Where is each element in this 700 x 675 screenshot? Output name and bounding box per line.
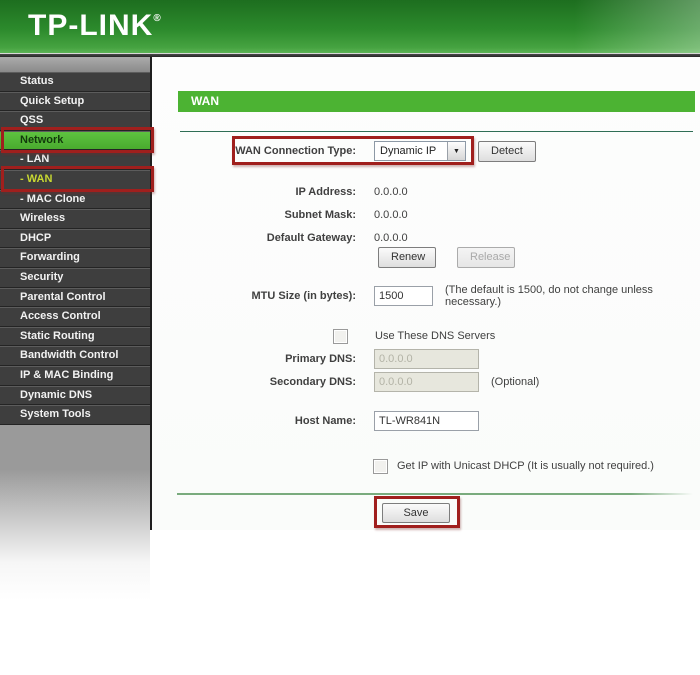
sidebar-item-qss[interactable]: QSS [0,111,150,131]
primary-dns-row: Primary DNS: [152,348,479,370]
logo-text: TP-LINK [28,9,154,42]
renew-release-row: Renew Release [152,246,515,268]
wan-connection-type-select[interactable]: Dynamic IP ▼ [374,141,466,161]
mtu-label: MTU Size (in bytes): [251,290,356,302]
wan-connection-type-row: WAN Connection Type: Dynamic IP ▼ Detect [152,140,536,162]
sidebar-menu: Status Quick Setup QSS Network - LAN - WAN - M… [0,72,150,425]
main-content: WAN WAN Connection Type: Dynamic IP ▼ De… [152,57,700,530]
sidebar-item-quick-setup[interactable]: Quick Setup [0,91,150,112]
sidebar-item-label: Static Routing [20,329,95,342]
wan-connection-type-label: WAN Connection Type: [235,145,356,157]
use-dns-checkbox[interactable] [333,328,348,344]
sidebar-item-label: System Tools [20,408,91,421]
sidebar-item-access-control[interactable]: Access Control [0,307,150,327]
sidebar-bottom-spacer [0,424,150,675]
sidebar-item-security[interactable]: Security [0,267,150,288]
sidebar-item-network[interactable]: Network [0,130,150,151]
chevron-down-icon[interactable]: ▼ [447,142,465,160]
sidebar-item-ip-mac-binding[interactable]: IP & MAC Binding [0,365,150,386]
unicast-dhcp-row: Get IP with Unicast DHCP (It is usually … [152,455,654,477]
registered-trademark: ® [153,13,161,24]
sidebar-item-label: Parental Control [20,290,106,303]
sidebar-item-label: Wireless [20,212,66,225]
host-name-row: Host Name: [152,410,479,432]
host-name-input[interactable] [374,411,479,431]
save-button[interactable]: Save [382,503,450,523]
use-dns-row: Use These DNS Servers [152,325,495,347]
sidebar-item-label: - LAN [20,153,50,166]
sidebar-item-dynamic-dns[interactable]: Dynamic DNS [0,385,150,406]
sidebar-item-label: IP & MAC Binding [20,368,114,381]
use-dns-label: Use These DNS Servers [375,330,496,342]
sidebar: Status Quick Setup QSS Network - LAN - WAN - M… [0,57,152,675]
default-gateway-label: Default Gateway: [266,232,356,244]
primary-dns-input [374,349,479,369]
primary-dns-label: Primary DNS: [285,353,356,365]
sidebar-item-label: Quick Setup [20,94,85,107]
sidebar-item-label: Dynamic DNS [20,388,93,401]
default-gateway-value: 0.0.0.0 [374,232,408,244]
mtu-input[interactable] [374,286,433,306]
sidebar-item-status[interactable]: Status [0,72,150,92]
sidebar-item-label: Status [20,75,54,87]
subnet-mask-row: Subnet Mask: 0.0.0.0 [152,204,408,226]
host-name-label: Host Name: [294,415,356,427]
page-title: WAN [178,91,695,112]
ip-address-value: 0.0.0.0 [374,186,408,198]
sidebar-item-label: Network [20,133,64,146]
renew-button[interactable]: Renew [378,246,436,268]
sidebar-item-label: QSS [20,114,44,127]
detect-button[interactable]: Detect [478,140,536,162]
sidebar-item-forwarding[interactable]: Forwarding [0,248,150,268]
content-divider-top [180,131,693,132]
sidebar-item-bandwidth-control[interactable]: Bandwidth Control [0,346,150,366]
unicast-dhcp-checkbox[interactable] [373,458,388,474]
ip-address-label: IP Address: [295,186,356,198]
sidebar-item-static-routing[interactable]: Static Routing [0,326,150,347]
sidebar-item-wan[interactable]: - WAN [0,169,150,190]
sidebar-item-label: Forwarding [20,251,80,264]
tplink-logo: TP-LINK® [28,9,161,43]
subnet-mask-label: Subnet Mask: [284,209,356,221]
header: TP-LINK® [0,0,700,53]
unicast-dhcp-label: Get IP with Unicast DHCP (It is usually … [397,460,654,472]
sidebar-item-lan[interactable]: - LAN [0,150,150,170]
sidebar-item-dhcp[interactable]: DHCP [0,228,150,249]
subnet-mask-value: 0.0.0.0 [374,209,408,221]
sidebar-item-label: - MAC Clone [20,192,86,205]
sidebar-item-label: Security [20,270,64,283]
sidebar-top-spacer [0,57,150,72]
sidebar-item-system-tools[interactable]: System Tools [0,405,150,425]
secondary-dns-input [374,372,479,392]
secondary-dns-note: (Optional) [491,376,540,388]
sidebar-item-mac-clone[interactable]: - MAC Clone [0,189,150,210]
sidebar-item-label: DHCP [20,231,52,244]
mtu-row: MTU Size (in bytes): (The default is 150… [152,284,700,308]
content-divider-bottom [177,493,693,495]
router-admin-page: TP-LINK® Status Quick Setup QSS Network - LA… [0,0,700,675]
sidebar-item-label: Access Control [20,310,101,323]
secondary-dns-row: Secondary DNS: (Optional) [152,371,539,393]
mtu-note: (The default is 1500, do not change unle… [445,284,653,308]
secondary-dns-label: Secondary DNS: [269,376,356,388]
sidebar-item-parental-control[interactable]: Parental Control [0,287,150,308]
sidebar-item-label: - WAN [20,172,53,185]
wan-connection-type-value: Dynamic IP [380,145,437,157]
sidebar-item-wireless[interactable]: Wireless [0,209,150,229]
release-button: Release [457,246,515,268]
sidebar-item-label: Bandwidth Control [20,349,119,362]
ip-address-row: IP Address: 0.0.0.0 [152,181,408,203]
